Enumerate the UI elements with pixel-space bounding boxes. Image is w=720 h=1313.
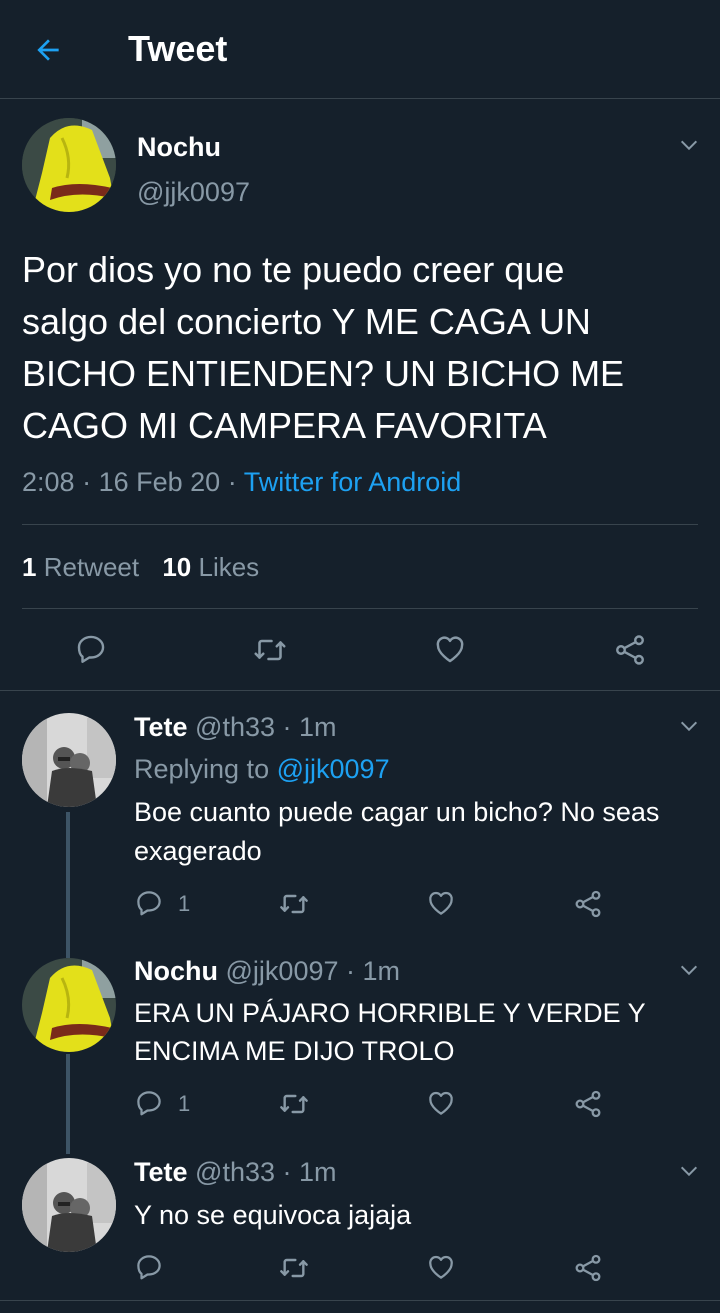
reply-time[interactable]: 1m: [363, 956, 401, 986]
reply-text-line: Boe cuanto puede cagar un bicho? No seas: [134, 797, 660, 827]
retweets-stat[interactable]: 1 Retweet: [22, 552, 146, 582]
tweet-text-line: BICHO ENTIENDEN? UN BICHO ME: [22, 353, 625, 394]
heart-icon[interactable]: [433, 632, 467, 666]
share-icon[interactable]: [612, 632, 648, 668]
thread-line: [66, 812, 70, 958]
reply-actions: 1: [134, 1088, 614, 1120]
replying-to: Replying to @jjk0097: [134, 754, 390, 785]
reply-author-name[interactable]: Tete: [134, 1157, 188, 1187]
divider: [22, 524, 698, 525]
reply-icon[interactable]: [74, 632, 108, 666]
reply-author-handle[interactable]: @th33: [195, 1157, 275, 1187]
retweet-icon[interactable]: [252, 632, 288, 668]
reply-text-line: ENCIMA ME DIJO TROLO: [134, 1036, 455, 1066]
avatar[interactable]: [22, 1158, 116, 1252]
tweet-text-line: CAGO MI CAMPERA FAVORITA: [22, 405, 547, 446]
divider: [22, 608, 698, 609]
retweet-icon[interactable]: [278, 1088, 310, 1120]
share-icon[interactable]: [572, 1252, 604, 1284]
avatar[interactable]: [22, 713, 116, 807]
reply-actions: [134, 1252, 614, 1284]
chevron-down-icon[interactable]: [678, 959, 700, 981]
tweet-date: 16 Feb 20: [98, 467, 221, 497]
tweet-text-line: salgo del concierto Y ME CAGA UN: [22, 301, 591, 342]
reply-icon[interactable]: [134, 1088, 164, 1118]
section-divider: [0, 1300, 720, 1301]
reply-header: Nochu @jjk0097 · 1m: [134, 956, 400, 987]
tweet-source-link[interactable]: Twitter for Android: [244, 467, 462, 497]
tweet-text-line: Por dios yo no te puedo creer que: [22, 249, 565, 290]
separator: ·: [227, 467, 237, 497]
retweet-count: 1: [22, 552, 37, 582]
reply-count: 1: [178, 1091, 191, 1116]
page-title: Tweet: [128, 28, 228, 69]
heart-icon[interactable]: [426, 1088, 456, 1118]
reply-header: Tete @th33 · 1m: [134, 712, 337, 743]
like-count: 10: [162, 552, 192, 582]
reply-text: Boe cuanto puede cagar un bicho? No seas…: [134, 793, 704, 871]
thread-line: [66, 1054, 70, 1154]
reply-author-handle[interactable]: @th33: [195, 712, 275, 742]
separator: ·: [346, 956, 356, 986]
reply-time[interactable]: 1m: [299, 1157, 337, 1187]
reply-actions: 1: [134, 888, 614, 920]
tweet-text: Por dios yo no te puedo creer que salgo …: [22, 244, 712, 452]
chevron-down-icon[interactable]: [678, 1160, 700, 1182]
chevron-down-icon[interactable]: [678, 715, 700, 737]
tweet-time: 2:08: [22, 467, 75, 497]
retweet-label: Retweet: [43, 552, 140, 582]
arrow-left-icon[interactable]: [32, 34, 64, 66]
reply-author-handle[interactable]: @jjk0097: [226, 956, 339, 986]
avatar[interactable]: [22, 958, 116, 1052]
avatar[interactable]: [22, 118, 116, 212]
reply-count: 1: [178, 891, 191, 916]
section-divider: [0, 690, 720, 691]
reply-header: Tete @th33 · 1m: [134, 1157, 337, 1188]
author-name[interactable]: Nochu: [137, 132, 221, 163]
reply-text-line: Y no se equivoca jajaja: [134, 1200, 412, 1230]
share-icon[interactable]: [572, 1088, 604, 1120]
reply-icon[interactable]: [134, 1252, 164, 1282]
reply-text: ERA UN PÁJARO HORRIBLE Y VERDE Y ENCIMA …: [134, 994, 704, 1070]
header: Tweet: [0, 0, 720, 98]
likes-stat[interactable]: 10 Likes: [162, 552, 259, 582]
like-label: Likes: [198, 552, 260, 582]
replying-to-label: Replying to: [134, 754, 270, 784]
reply-text: Y no se equivoca jajaja: [134, 1196, 704, 1234]
author-handle[interactable]: @jjk0097: [137, 177, 250, 208]
separator: ·: [82, 467, 92, 497]
separator: ·: [282, 1157, 292, 1187]
tweet-meta: 2:08 · 16 Feb 20 · Twitter for Android: [22, 467, 461, 498]
heart-icon[interactable]: [426, 1252, 456, 1282]
reply-text-line: exagerado: [134, 836, 262, 866]
share-icon[interactable]: [572, 888, 604, 920]
reply-icon[interactable]: [134, 888, 164, 918]
engagement-stats: 1 Retweet 10 Likes: [22, 552, 259, 583]
reply-author-name[interactable]: Nochu: [134, 956, 218, 986]
reply-time[interactable]: 1m: [299, 712, 337, 742]
retweet-icon[interactable]: [278, 888, 310, 920]
retweet-icon[interactable]: [278, 1252, 310, 1284]
reply-text-line: ERA UN PÁJARO HORRIBLE Y VERDE Y: [134, 998, 646, 1028]
header-divider: [0, 98, 720, 99]
heart-icon[interactable]: [426, 888, 456, 918]
separator: ·: [282, 712, 292, 742]
reply-author-name[interactable]: Tete: [134, 712, 188, 742]
replying-to-handle[interactable]: @jjk0097: [277, 754, 390, 784]
chevron-down-icon[interactable]: [678, 134, 700, 156]
